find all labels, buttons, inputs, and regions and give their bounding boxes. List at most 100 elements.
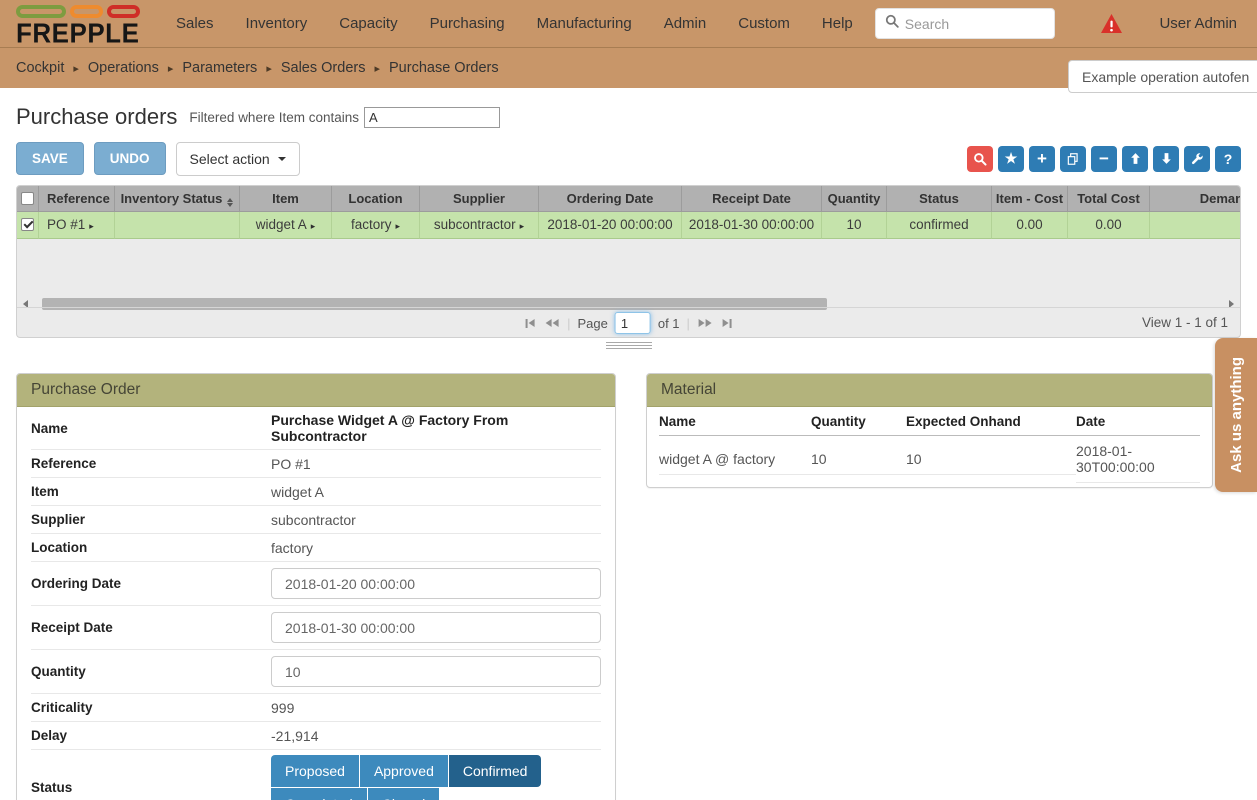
field-value-item: widget A bbox=[271, 484, 324, 500]
star-icon: ★ bbox=[1005, 150, 1018, 167]
field-row-status: Status Proposed Approved Confirmed Compl… bbox=[31, 750, 601, 800]
col-header-total-cost[interactable]: Total Cost bbox=[1068, 186, 1150, 212]
status-approved-button[interactable]: Approved bbox=[360, 755, 448, 787]
menu-manufacturing[interactable]: Manufacturing bbox=[537, 15, 632, 32]
col-header-reference[interactable]: Reference bbox=[39, 186, 115, 212]
receipt-date-input[interactable] bbox=[271, 612, 601, 643]
filter-description: Filtered where Item contains bbox=[189, 110, 359, 125]
status-proposed-button[interactable]: Proposed bbox=[271, 755, 359, 787]
cell-inventory-status bbox=[115, 212, 240, 239]
table-row[interactable]: PO #1▸ widget A▸ factory▸ subcontractor▸… bbox=[17, 212, 1240, 239]
search-icon bbox=[885, 14, 899, 33]
context-menu-arrow-icon[interactable]: ▸ bbox=[395, 221, 400, 231]
upload-button[interactable] bbox=[1122, 146, 1148, 172]
breadcrumb-cockpit[interactable]: Cockpit bbox=[16, 60, 64, 76]
purchase-order-panel: Purchase Order Name Purchase Widget A @ … bbox=[16, 373, 616, 800]
col-header-demand[interactable]: Demand bbox=[1150, 186, 1240, 212]
menu-sales[interactable]: Sales bbox=[176, 15, 214, 32]
quantity-input[interactable] bbox=[271, 656, 601, 687]
cell-reference[interactable]: PO #1▸ bbox=[39, 212, 115, 239]
global-search-box[interactable] bbox=[875, 8, 1055, 39]
cell-supplier-text: subcontractor bbox=[434, 217, 516, 232]
page-label: Page bbox=[577, 316, 607, 331]
main-menu: Sales Inventory Capacity Purchasing Manu… bbox=[176, 15, 853, 32]
pager-divider: | bbox=[567, 316, 570, 331]
favorites-button[interactable]: ★ bbox=[998, 146, 1024, 172]
field-label: Supplier bbox=[31, 512, 271, 527]
col-header-inventory-status[interactable]: Inventory Status bbox=[115, 186, 240, 212]
field-value-criticality: 999 bbox=[271, 700, 294, 716]
filter-value-input[interactable] bbox=[364, 107, 500, 128]
cell-item[interactable]: widget A ▸ bbox=[240, 212, 332, 239]
first-page-button[interactable] bbox=[523, 317, 536, 330]
status-completed-button[interactable]: Completed bbox=[271, 788, 367, 800]
logo-pill-red-icon bbox=[107, 5, 140, 18]
help-button[interactable]: ? bbox=[1215, 146, 1241, 172]
cell-receipt-date[interactable]: 2018-01-30 00:00:00 bbox=[682, 212, 822, 239]
col-header-item-cost[interactable]: Item - Cost bbox=[992, 186, 1068, 212]
row-checkbox[interactable] bbox=[21, 218, 34, 231]
cell-location-text: factory bbox=[351, 217, 392, 232]
breadcrumb-operations[interactable]: Operations bbox=[88, 60, 159, 76]
next-page-button[interactable] bbox=[697, 317, 714, 329]
field-value-delay: -21,914 bbox=[271, 728, 318, 744]
select-action-dropdown[interactable]: Select action bbox=[176, 142, 300, 176]
col-header-supplier[interactable]: Supplier bbox=[420, 186, 539, 212]
col-header-receipt-date[interactable]: Receipt Date bbox=[682, 186, 822, 212]
ordering-date-input[interactable] bbox=[271, 568, 601, 599]
col-header-location[interactable]: Location bbox=[332, 186, 420, 212]
delete-row-button[interactable]: − bbox=[1091, 146, 1117, 172]
prev-page-button[interactable] bbox=[543, 317, 560, 329]
menu-inventory[interactable]: Inventory bbox=[246, 15, 308, 32]
field-row-supplier: Supplier subcontractor bbox=[31, 506, 601, 534]
menu-custom[interactable]: Custom bbox=[738, 15, 790, 32]
cell-location[interactable]: factory▸ bbox=[332, 212, 420, 239]
cell-ordering-date[interactable]: 2018-01-20 00:00:00 bbox=[539, 212, 682, 239]
search-input[interactable] bbox=[905, 16, 1035, 32]
panel-resize-handle[interactable] bbox=[606, 342, 652, 349]
question-icon: ? bbox=[1224, 151, 1233, 167]
save-button[interactable]: SAVE bbox=[16, 142, 84, 175]
context-menu-arrow-icon[interactable]: ▸ bbox=[311, 221, 316, 231]
copy-button[interactable] bbox=[1060, 146, 1086, 172]
undo-button[interactable]: UNDO bbox=[94, 142, 166, 175]
col-header-item[interactable]: Item bbox=[240, 186, 332, 212]
search-icon bbox=[973, 152, 987, 166]
search-filter-button[interactable] bbox=[967, 146, 993, 172]
sort-icon[interactable] bbox=[227, 198, 233, 207]
cell-status[interactable]: confirmed bbox=[887, 212, 992, 239]
col-header-ordering-date[interactable]: Ordering Date bbox=[539, 186, 682, 212]
last-page-button[interactable] bbox=[721, 317, 734, 330]
menu-capacity[interactable]: Capacity bbox=[339, 15, 397, 32]
user-menu[interactable]: User Admin bbox=[1159, 15, 1237, 32]
page-number-input[interactable] bbox=[615, 312, 651, 334]
arrow-up-icon bbox=[1129, 152, 1142, 165]
menu-admin[interactable]: Admin bbox=[664, 15, 707, 32]
status-closed-button[interactable]: Closed bbox=[368, 788, 440, 800]
menu-purchasing[interactable]: Purchasing bbox=[430, 15, 505, 32]
cell-item-text: widget A bbox=[256, 217, 307, 232]
context-menu-arrow-icon[interactable]: ▸ bbox=[520, 221, 525, 231]
breadcrumb-purchase-orders[interactable]: Purchase Orders bbox=[389, 60, 499, 76]
cell-quantity[interactable]: 10 bbox=[822, 212, 887, 239]
col-header-quantity[interactable]: Quantity bbox=[822, 186, 887, 212]
breadcrumb-arrow-icon: ▸ bbox=[374, 62, 380, 75]
download-button[interactable] bbox=[1153, 146, 1179, 172]
breadcrumb-sales-orders[interactable]: Sales Orders bbox=[281, 60, 366, 76]
context-menu-arrow-icon[interactable]: ▸ bbox=[89, 221, 94, 231]
field-value-reference: PO #1 bbox=[271, 456, 311, 472]
col-header-status[interactable]: Status bbox=[887, 186, 992, 212]
frepple-logo[interactable]: FREPPLE bbox=[16, 2, 140, 46]
row-select-cell bbox=[17, 212, 39, 239]
menu-help[interactable]: Help bbox=[822, 15, 853, 32]
cell-supplier[interactable]: subcontractor ▸ bbox=[420, 212, 539, 239]
warning-icon[interactable] bbox=[1100, 13, 1123, 34]
ask-us-anything-tab[interactable]: Ask us anything bbox=[1215, 338, 1257, 492]
select-all-checkbox[interactable] bbox=[21, 192, 34, 205]
settings-button[interactable] bbox=[1184, 146, 1210, 172]
status-confirmed-button[interactable]: Confirmed bbox=[449, 755, 542, 787]
chevron-down-icon bbox=[278, 157, 286, 161]
add-row-button[interactable]: + bbox=[1029, 146, 1055, 172]
breadcrumb-parameters[interactable]: Parameters bbox=[182, 60, 257, 76]
grid-toolbar: ★ + − ? bbox=[967, 146, 1241, 172]
